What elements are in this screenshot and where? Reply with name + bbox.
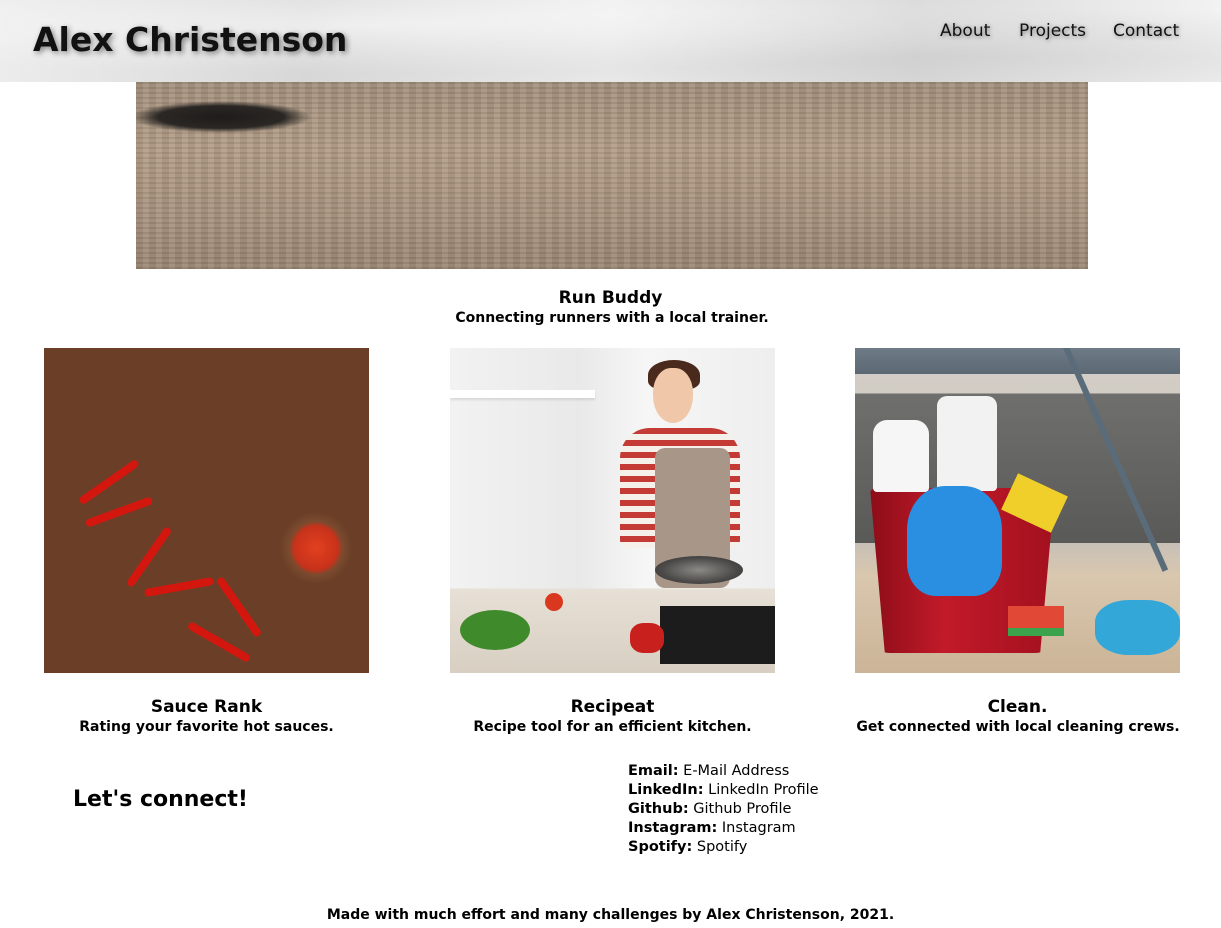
project-image-recipeat[interactable] — [450, 348, 775, 673]
site-header: Alex Christenson About Projects Contact — [0, 0, 1221, 82]
featured-project-title: Run Buddy — [558, 288, 663, 308]
contact-item-linkedin: LinkedIn: LinkedIn Profile — [628, 781, 819, 800]
spotify-link[interactable]: Spotify — [697, 839, 747, 855]
contact-item-email: Email: E-Mail Address — [628, 762, 819, 781]
contact-item-spotify: Spotify: Spotify — [628, 838, 819, 857]
contact-item-github: Github: Github Profile — [628, 800, 819, 819]
project-description: Rating your favorite hot sauces. — [79, 719, 334, 735]
project-title: Sauce Rank — [150, 697, 263, 717]
instagram-link[interactable]: Instagram — [722, 820, 796, 836]
project-image-sauce-rank[interactable] — [44, 348, 369, 673]
contact-heading: Let's connect! — [73, 787, 248, 812]
contact-list: Email: E-Mail Address LinkedIn: LinkedIn… — [628, 762, 819, 857]
contact-label: Instagram: — [628, 820, 718, 836]
project-title: Recipeat — [570, 697, 655, 717]
project-title: Clean. — [987, 697, 1048, 717]
contact-label: Email: — [628, 763, 679, 779]
email-link[interactable]: E-Mail Address — [683, 763, 789, 779]
featured-project-description: Connecting runners with a local trainer. — [455, 310, 769, 326]
nav-link-contact[interactable]: Contact — [1113, 21, 1179, 41]
contact-label: Github: — [628, 801, 689, 817]
project-image-clean[interactable] — [855, 348, 1180, 673]
nav-link-projects[interactable]: Projects — [1019, 21, 1086, 41]
contact-item-instagram: Instagram: Instagram — [628, 819, 819, 838]
site-title: Alex Christenson — [33, 20, 348, 59]
featured-project-image[interactable] — [136, 82, 1088, 269]
contact-label: LinkedIn: — [628, 782, 704, 798]
github-link[interactable]: Github Profile — [693, 801, 791, 817]
project-description: Recipe tool for an efficient kitchen. — [473, 719, 752, 735]
nav-link-about[interactable]: About — [940, 21, 990, 41]
footer-text: Made with much effort and many challenge… — [326, 907, 895, 923]
project-description: Get connected with local cleaning crews. — [856, 719, 1180, 735]
linkedin-link[interactable]: LinkedIn Profile — [708, 782, 818, 798]
contact-label: Spotify: — [628, 839, 693, 855]
